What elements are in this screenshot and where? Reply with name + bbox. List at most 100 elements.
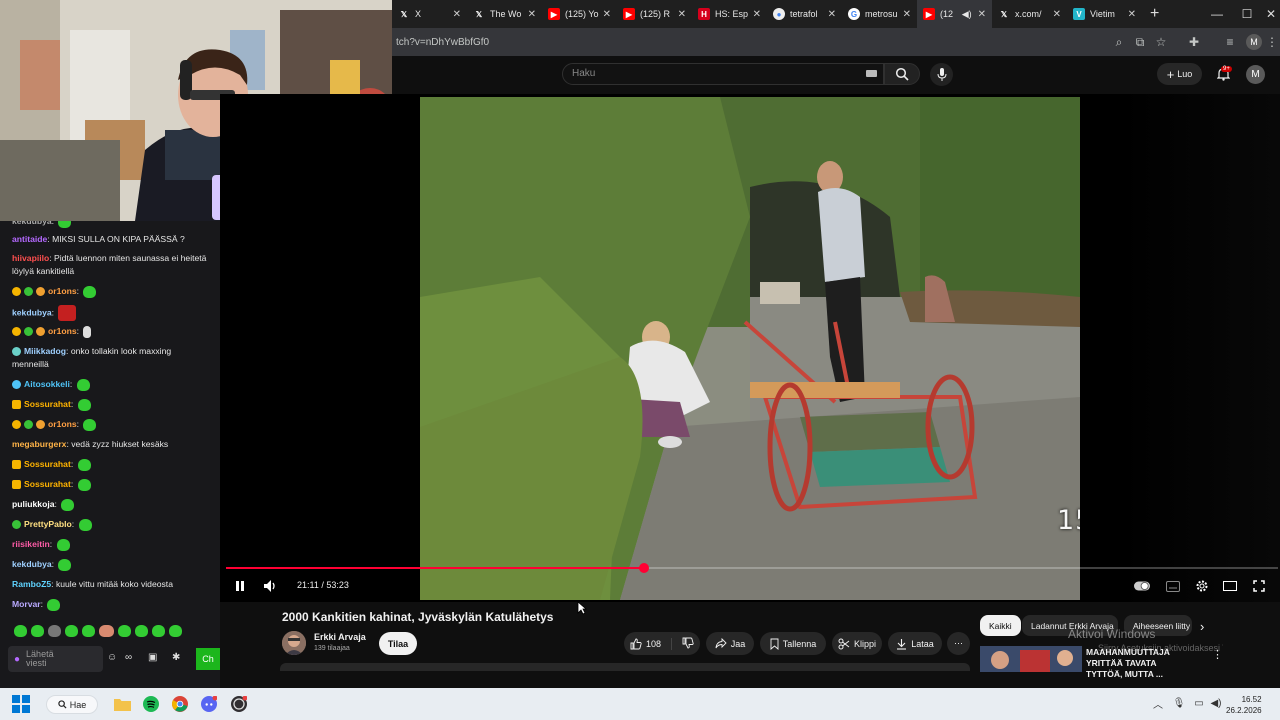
create-button[interactable]: + Luo xyxy=(1157,63,1202,85)
search-input[interactable]: Haku xyxy=(562,63,884,85)
channel-name[interactable]: Erkki Arvaja xyxy=(314,632,366,642)
chat-username[interactable]: Sossurahat xyxy=(24,399,71,409)
chat-username[interactable]: antitaide xyxy=(12,234,47,244)
fullscreen-button[interactable] xyxy=(1251,578,1267,594)
share-button[interactable]: Jaa xyxy=(706,632,754,655)
discord-icon[interactable] xyxy=(199,694,219,714)
chat-input[interactable]: ● Lähetä viesti xyxy=(8,646,103,672)
chat-username[interactable]: hiivapiilo xyxy=(12,253,49,263)
browser-tab[interactable]: 𝕏 The Wo ✕ xyxy=(467,0,542,28)
chat-username[interactable]: PrettyPablo xyxy=(24,519,72,529)
reading-list-icon[interactable]: ≡ xyxy=(1222,34,1238,50)
close-icon[interactable]: ✕ xyxy=(828,9,836,20)
chip-all[interactable]: Kaikki xyxy=(980,615,1021,636)
chat-username[interactable]: megaburgerx xyxy=(12,439,66,449)
tray-volume-icon[interactable]: ◀) xyxy=(1210,697,1222,709)
chat-username[interactable]: Sossurahat xyxy=(24,459,71,469)
close-icon[interactable]: ✕ xyxy=(903,9,911,20)
dislike-button[interactable] xyxy=(676,637,694,651)
chat-username[interactable]: or1ons xyxy=(48,419,77,429)
chevron-right-icon[interactable]: › xyxy=(1200,619,1204,634)
chat-username[interactable]: or1ons xyxy=(48,326,77,336)
recommendation-thumbnail[interactable] xyxy=(980,646,1082,672)
settings-button[interactable] xyxy=(1194,578,1210,594)
browser-tab[interactable]: 𝕏 X ✕ xyxy=(392,0,467,28)
browser-tab[interactable]: Gmetrosu ✕ xyxy=(842,0,917,28)
chat-username[interactable]: puliukkoja xyxy=(12,499,55,509)
url-text[interactable]: tch?v=nDhYwBbfGf0 xyxy=(396,37,489,48)
subscribe-button[interactable]: Tilaa xyxy=(379,632,417,655)
extensions-icon[interactable]: ✚ xyxy=(1186,34,1202,50)
install-icon[interactable]: ⧉ xyxy=(1132,34,1148,50)
browser-tab-active[interactable]: ▶ (12 ◀) ✕ xyxy=(917,0,992,28)
tray-mic-icon[interactable]: 🎙 xyxy=(1173,697,1186,709)
close-icon[interactable]: ✕ xyxy=(678,9,686,20)
progress-scrubber[interactable] xyxy=(638,563,649,573)
taskbar-search[interactable]: Hae xyxy=(46,695,98,714)
browser-tab[interactable]: V Vietim ✕ xyxy=(1067,0,1142,28)
progress-bar[interactable] xyxy=(226,563,1278,573)
chat-username[interactable]: Morvar xyxy=(12,599,41,609)
bookmark-star-icon[interactable]: ☆ xyxy=(1153,34,1169,50)
tray-display-icon[interactable]: ▭ xyxy=(1193,697,1205,709)
gift-icon[interactable]: ▣ xyxy=(148,652,157,663)
browser-tab[interactable]: ▶ (125) R ✕ xyxy=(617,0,692,28)
theater-mode-button[interactable] xyxy=(1222,578,1238,594)
emote-picker-icon[interactable]: ☺ xyxy=(107,652,117,663)
video-frame[interactable]: 15:18:22 xyxy=(420,97,1080,600)
spotify-icon[interactable] xyxy=(141,694,161,714)
close-icon[interactable]: ✕ xyxy=(528,9,536,20)
volume-button[interactable] xyxy=(262,578,278,594)
taskbar-clock[interactable]: 16.52 26.2.2026 xyxy=(1226,694,1262,716)
mic-icon[interactable]: ● xyxy=(14,654,20,665)
like-button[interactable]: 108 xyxy=(630,637,673,650)
profile-avatar[interactable]: M xyxy=(1246,34,1262,50)
chat-username[interactable]: or1ons xyxy=(48,286,77,296)
search-button[interactable] xyxy=(884,63,920,85)
more-actions-button[interactable]: ⋯ xyxy=(947,632,970,655)
minimize-button[interactable]: — xyxy=(1202,0,1232,28)
obs-icon[interactable] xyxy=(229,694,249,714)
download-button[interactable]: Lataa xyxy=(888,632,942,655)
close-icon[interactable]: ✕ xyxy=(753,9,761,20)
channel-avatar[interactable] xyxy=(282,631,306,655)
points-icon[interactable]: ∞ xyxy=(125,652,132,663)
chat-username[interactable]: Sossurahat xyxy=(24,479,71,489)
chat-username[interactable]: Miikkadog xyxy=(24,346,66,356)
autoplay-toggle[interactable] xyxy=(1134,578,1150,594)
close-icon[interactable]: ✕ xyxy=(1128,9,1136,20)
browser-tab[interactable]: H HS: Esp ✕ xyxy=(692,0,767,28)
recommendation-menu-icon[interactable]: ⋮ xyxy=(1212,648,1223,661)
save-button[interactable]: Tallenna xyxy=(760,632,826,655)
browser-tab[interactable]: ▶ (125) Yo ✕ xyxy=(542,0,617,28)
chat-send-button[interactable]: Ch xyxy=(196,648,220,670)
video-player[interactable]: 15:18:22 21:11 / 53:23 xyxy=(220,94,1280,602)
chat-username[interactable]: RamboZ5 xyxy=(12,579,51,589)
zoom-icon[interactable]: ⌕ xyxy=(1111,34,1127,50)
recommendation-title[interactable]: MAAHANMUUTTAJA YRITTÄÄ TAVATA TYTTÖÄ, MU… xyxy=(1086,647,1186,680)
chat-username[interactable]: Aitosokkeli xyxy=(24,379,70,389)
close-icon[interactable]: ✕ xyxy=(603,9,611,20)
new-tab-button[interactable]: + xyxy=(1150,5,1159,23)
tray-chevron-up-icon[interactable]: ︿ xyxy=(1152,697,1164,711)
settings-icon[interactable]: ✱ xyxy=(172,652,180,663)
pause-button[interactable] xyxy=(232,578,248,594)
close-icon[interactable]: ✕ xyxy=(1053,9,1061,20)
keyboard-icon[interactable] xyxy=(866,70,877,77)
chrome-icon[interactable] xyxy=(170,694,190,714)
close-window-button[interactable]: ✕ xyxy=(1256,0,1280,28)
windows-start-icon[interactable] xyxy=(12,695,30,713)
browser-tab[interactable]: 𝕏x.com/✕ xyxy=(992,0,1067,28)
chat-username[interactable]: kekdubya xyxy=(12,307,52,317)
chat-username[interactable]: kekdubya xyxy=(12,559,52,569)
menu-icon[interactable]: ⋮ xyxy=(1264,34,1280,50)
chat-username[interactable]: riisikeitin xyxy=(12,539,50,549)
close-icon[interactable]: ✕ xyxy=(978,9,986,20)
speaker-icon[interactable]: ◀) xyxy=(962,9,972,20)
voice-search-button[interactable] xyxy=(930,63,953,86)
browser-tab[interactable]: ● tetrafol ✕ xyxy=(767,0,842,28)
file-explorer-icon[interactable] xyxy=(112,694,132,714)
subtitles-button[interactable] xyxy=(1165,578,1181,594)
clip-button[interactable]: Klippi xyxy=(832,632,882,655)
account-avatar[interactable]: M xyxy=(1246,65,1265,84)
